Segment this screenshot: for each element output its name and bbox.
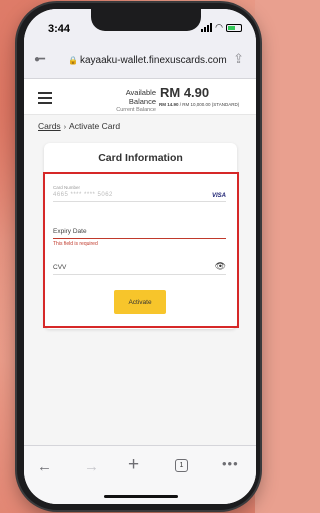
- available-balance-value: RM 4.90: [160, 85, 210, 100]
- app-header: Available Balance Current Balance RM 4.9…: [24, 79, 256, 115]
- balance-limit: / RM 10,000.00 (STANDARD): [179, 102, 240, 107]
- battery-icon: [226, 23, 242, 32]
- notch: [91, 9, 201, 31]
- lock-icon: 🔒: [68, 56, 78, 65]
- cvv-label: CVV: [53, 264, 67, 271]
- card-information-title: Card Information: [98, 152, 183, 164]
- card-number-underline: [53, 201, 226, 202]
- status-icons: ◠: [201, 22, 242, 33]
- breadcrumb-separator: ›: [63, 124, 67, 131]
- current-balance-label: Current Balance: [116, 107, 156, 113]
- menu-icon[interactable]: [38, 92, 52, 107]
- balance-labels: Available Balance Current Balance: [98, 88, 156, 113]
- url-display[interactable]: 🔒 kayaaku-wallet.finexuscards.com: [68, 55, 227, 66]
- current-balance-detail: RM 14.90 / RM 10,000.00 (STANDARD): [159, 102, 239, 107]
- cvv-field[interactable]: CVV 👁: [53, 261, 226, 275]
- visibility-off-icon[interactable]: 👁: [215, 261, 226, 272]
- more-icon[interactable]: •••: [222, 456, 239, 471]
- activate-button[interactable]: Activate: [114, 290, 166, 314]
- breadcrumb-cards-link[interactable]: Cards: [38, 121, 61, 131]
- expiry-date-label: Expiry Date: [53, 228, 87, 235]
- card-number-label: Card Number: [53, 185, 81, 190]
- home-indicator: [104, 495, 178, 498]
- card-information-panel: Card Information Card Number 4665 **** *…: [43, 143, 239, 329]
- new-tab-icon[interactable]: +: [128, 454, 139, 476]
- phone-screen: 3:44 ◠ ●━ 🔒 kayaaku-wallet.finexuscards.c…: [24, 9, 256, 504]
- available-balance-label: Available Balance: [125, 88, 156, 106]
- expiry-date-field[interactable]: Expiry Date This field is required: [53, 228, 226, 247]
- visa-icon: VISA: [211, 193, 226, 199]
- expiry-date-underline: [53, 238, 226, 239]
- main-content: Cards › Activate Card Card Information Car…: [24, 115, 256, 445]
- current-balance-value: RM 14.90: [159, 102, 179, 107]
- phone-frame: 3:44 ◠ ●━ 🔒 kayaaku-wallet.finexuscards.c…: [17, 3, 260, 510]
- signal-icon: [201, 23, 213, 32]
- url-text: kayaaku-wallet.finexuscards.com: [79, 55, 227, 66]
- status-time: 3:44: [48, 23, 71, 35]
- forward-icon[interactable]: →: [84, 458, 99, 475]
- cvv-underline: [53, 274, 226, 275]
- back-icon[interactable]: ←: [37, 458, 52, 475]
- expiry-date-error: This field is required: [53, 241, 98, 247]
- card-number-field: Card Number 4665 **** **** 5062 VISA: [53, 185, 226, 202]
- card-number-value: 4665 **** **** 5062: [53, 192, 113, 198]
- wifi-icon: ◠: [215, 22, 223, 32]
- page-settings-icon[interactable]: ●━: [34, 54, 45, 65]
- tabs-button[interactable]: 1: [175, 459, 188, 472]
- share-icon[interactable]: ⇪: [233, 51, 244, 67]
- url-bar[interactable]: ●━ 🔒 kayaaku-wallet.finexuscards.com ⇪: [24, 43, 256, 79]
- breadcrumb-current: Activate Card: [69, 121, 121, 131]
- breadcrumb: Cards › Activate Card: [38, 121, 120, 131]
